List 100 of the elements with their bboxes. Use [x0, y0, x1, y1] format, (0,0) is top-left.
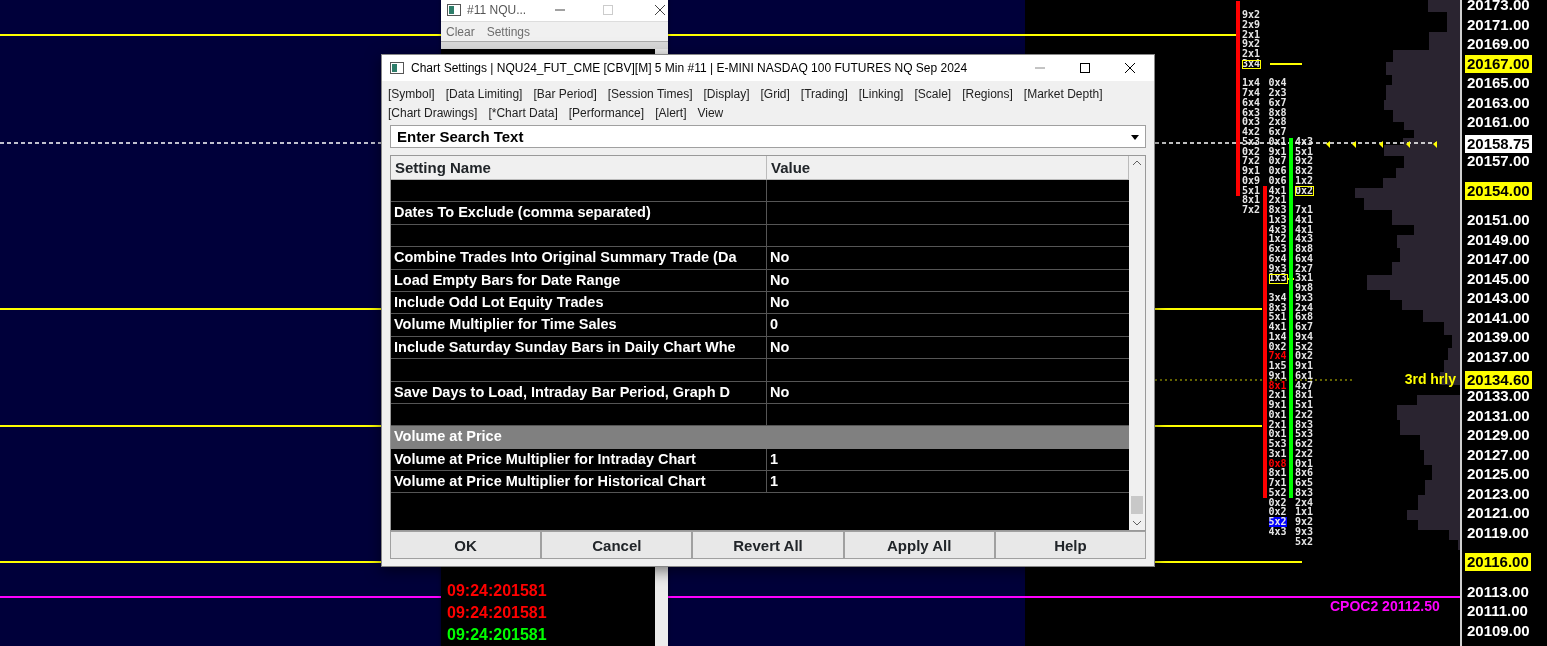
setting-value[interactable]: No: [767, 269, 1129, 291]
settings-tab[interactable]: [Grid]: [760, 84, 790, 103]
price-label: 20145.00: [1466, 269, 1531, 288]
settings-tab[interactable]: [Linking]: [858, 84, 904, 103]
settings-tab[interactable]: View: [697, 103, 724, 122]
price-label: 20151.00: [1466, 211, 1531, 230]
price-label: 20129.00: [1466, 426, 1531, 445]
footprint-value: 2x1: [1268, 390, 1287, 400]
settings-tab[interactable]: [Trading]: [800, 84, 848, 103]
footprint-value: 9x2: [1242, 10, 1261, 20]
setting-value[interactable]: 0: [767, 314, 1129, 336]
price-marker: 20154.00: [1465, 181, 1532, 200]
price-label: 20113.00: [1466, 582, 1530, 601]
footprint-value: 0x3: [1242, 117, 1261, 127]
footprint-value: 0x6: [1268, 175, 1287, 186]
setting-value[interactable]: No: [767, 291, 1129, 314]
footprint-value: 7x4: [1268, 351, 1287, 361]
footprint-value: 8x2: [1295, 166, 1314, 176]
setting-value[interactable]: No: [767, 336, 1129, 359]
setting-value[interactable]: 1: [767, 471, 1129, 493]
menu-item[interactable]: Settings: [486, 22, 531, 41]
price-label: 20143.00: [1466, 289, 1531, 308]
settings-tab[interactable]: [Performance]: [568, 103, 645, 122]
footprint-value: 1x2: [1268, 234, 1287, 244]
footprint-value: 5x2: [1295, 341, 1314, 352]
settings-tab[interactable]: [Regions]: [962, 84, 1013, 103]
footprint-value: 2x9: [1242, 19, 1261, 30]
footprint-value: 8x3: [1268, 205, 1287, 215]
footprint-value: 7x2: [1242, 156, 1261, 166]
dialog-button[interactable]: Apply All: [843, 531, 995, 559]
column-header[interactable]: Setting Name: [391, 156, 767, 180]
footprint-value: 9x2: [1242, 39, 1261, 49]
settings-tab[interactable]: [Alert]: [655, 103, 687, 122]
settings-tab[interactable]: [Market Depth]: [1023, 84, 1103, 103]
footprint-value: 9x1: [1295, 361, 1314, 371]
footprint-value: 2x1: [1242, 29, 1261, 40]
setting-name: Save Days to Load, Intraday Bar Period, Graph D: [391, 381, 767, 403]
scrollbar[interactable]: [1129, 156, 1145, 530]
footprint-value: 9x4: [1295, 331, 1314, 342]
footprint-value: 0x8: [1268, 458, 1287, 469]
setting-name: Volume Multiplier for Time Sales: [391, 314, 767, 336]
footprint-value: 6x3: [1268, 244, 1287, 254]
settings-tab[interactable]: [*Chart Data]: [488, 103, 558, 122]
footprint-value: 5x3: [1295, 429, 1314, 439]
footprint-value: 4x2: [1242, 127, 1261, 137]
app-icon: [390, 62, 404, 74]
settings-tab[interactable]: [Data Limiting]: [445, 84, 523, 103]
price-label: 20123.00: [1466, 484, 1531, 503]
dialog-button[interactable]: Cancel: [541, 531, 693, 559]
footprint-value: 6x7: [1268, 97, 1287, 108]
footprint-value: 2x1: [1268, 195, 1287, 205]
footprint-value: 2x3: [1268, 88, 1287, 98]
price-label: 20161.00: [1466, 113, 1531, 132]
footprint-value: 6x2: [1295, 439, 1314, 449]
settings-tab[interactable]: [Symbol]: [388, 84, 435, 103]
footprint-value: 6x7: [1295, 322, 1314, 332]
footprint-value: 9x8: [1295, 283, 1314, 293]
settings-tab[interactable]: [Chart Drawings]: [388, 103, 478, 122]
price-label: 20119.00: [1466, 523, 1530, 542]
close-icon[interactable]: [1124, 62, 1136, 74]
footprint-value: 7x4: [1242, 88, 1261, 98]
price-label: 20141.00: [1466, 308, 1531, 327]
footprint-value: 0x2: [1268, 497, 1287, 508]
footprint-value: 2x2: [1295, 448, 1314, 459]
settings-tab[interactable]: [Scale]: [914, 84, 952, 103]
setting-name: Load Empty Bars for Date Range: [391, 269, 767, 291]
footprint-value: 3x1: [1295, 273, 1314, 283]
window-title: Chart Settings | NQU24_FUT_CME [CBV][M] 5 Min #11 | E-MINI NASDAQ 100 FUTURES NQ Sep 2024: [411, 60, 969, 77]
scrollbar-thumb[interactable]: [1131, 496, 1143, 514]
setting-value[interactable]: No: [767, 381, 1129, 403]
footprint-value: 0x2: [1295, 351, 1314, 361]
menu-item[interactable]: Clear: [446, 22, 475, 41]
footprint-value: 4x3: [1268, 224, 1287, 235]
footprint-value: 8x1: [1242, 195, 1261, 205]
dialog-button[interactable]: OK: [390, 531, 542, 559]
footprint-value: 9x3: [1295, 292, 1314, 303]
dialog-button[interactable]: Help: [994, 531, 1146, 559]
price-label: 20127.00: [1466, 445, 1531, 464]
footprint-value: 0x1: [1268, 136, 1287, 147]
footprint-value: 2x1: [1268, 419, 1287, 430]
maximize-icon[interactable]: [1079, 62, 1091, 74]
column-header[interactable]: Value: [767, 156, 1129, 180]
footprint-value: 1x5: [1268, 361, 1287, 371]
footprint-value: 5x3: [1242, 136, 1261, 147]
footprint-value: 8x8: [1268, 107, 1287, 118]
close-icon[interactable]: [654, 4, 667, 17]
footprint-value: 5x1: [1268, 312, 1287, 322]
setting-value[interactable]: 1: [767, 448, 1129, 471]
dialog-button[interactable]: Revert All: [692, 531, 844, 559]
footprint-value: 1x4: [1242, 78, 1261, 88]
footprint-value: 1x2: [1295, 175, 1314, 186]
chart-label: CPOC2 20112.50: [1330, 598, 1440, 615]
settings-tab[interactable]: [Session Times]: [607, 84, 693, 103]
setting-value[interactable]: No: [767, 247, 1129, 269]
footprint-value: 1x1: [1295, 507, 1314, 517]
footprint-value: 7x2: [1242, 205, 1261, 215]
settings-tab[interactable]: [Display]: [703, 84, 750, 103]
settings-tab[interactable]: [Bar Period]: [533, 84, 597, 103]
footprint-value: 0x9: [1242, 175, 1261, 186]
footprint-value: 0x2: [1242, 146, 1261, 157]
